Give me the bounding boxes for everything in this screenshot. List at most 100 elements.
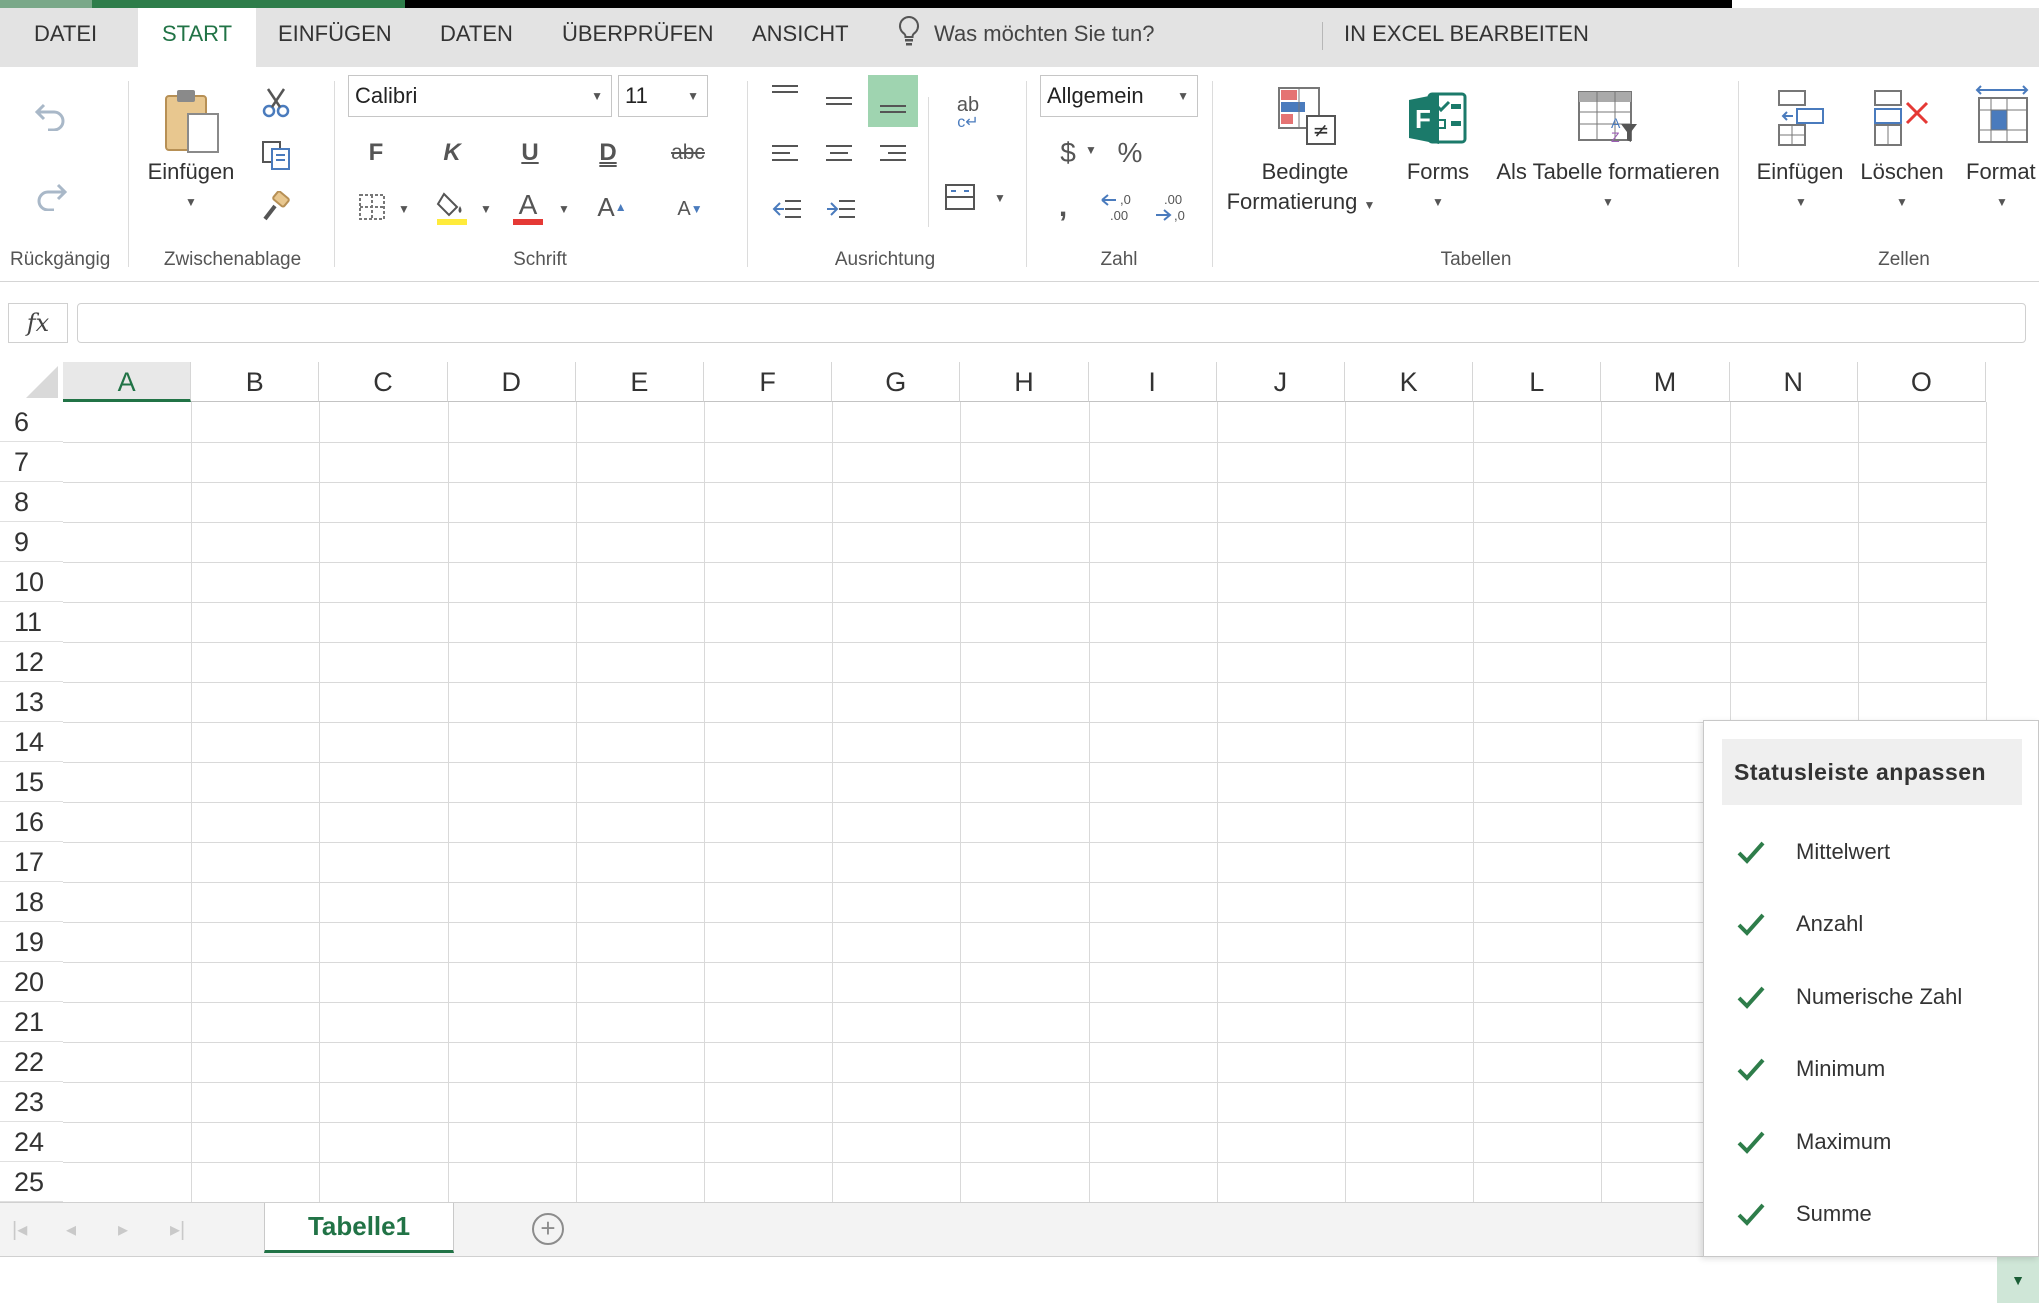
row-header-23[interactable]: 23 [0, 1082, 63, 1122]
format-as-table-icon[interactable]: AZ [1574, 87, 1640, 149]
fill-color-dropdown-icon[interactable]: ▼ [480, 202, 492, 216]
select-all-corner[interactable] [0, 362, 63, 402]
conditional-formatting-label-line1[interactable]: Bedingte [1230, 159, 1380, 185]
merge-center-icon[interactable] [944, 177, 976, 217]
tab-ueberpruefen[interactable]: ÜBERPRÜFEN [538, 8, 738, 67]
row-header-9[interactable]: 9 [0, 522, 63, 562]
redo-icon[interactable] [30, 175, 72, 217]
increase-decimal-icon[interactable]: ,0.00 [1096, 187, 1136, 227]
double-underline-button[interactable]: D [588, 133, 628, 173]
column-header-d[interactable]: D [447, 362, 576, 402]
previous-sheet-icon[interactable]: ◂ [66, 1217, 76, 1242]
row-header-12[interactable]: 12 [0, 642, 63, 682]
align-middle-icon[interactable] [816, 81, 862, 121]
popup-item[interactable]: Maximum [1704, 1112, 2038, 1172]
format-cells-icon[interactable] [1970, 83, 2034, 149]
popup-item[interactable]: Anzahl [1704, 894, 2038, 954]
shrink-font-button[interactable]: A ▼ [670, 187, 710, 231]
grow-font-button[interactable]: A ▲ [592, 185, 632, 229]
row-header-6[interactable]: 6 [0, 402, 63, 442]
font-color-dropdown-icon[interactable]: ▼ [558, 202, 570, 216]
row-header-20[interactable]: 20 [0, 962, 63, 1002]
sheet-tab-active[interactable]: Tabelle1 [264, 1203, 454, 1253]
decrease-indent-icon[interactable] [764, 189, 810, 229]
tab-start[interactable]: START [138, 8, 257, 67]
tab-einfuegen[interactable]: EINFÜGEN [254, 8, 416, 67]
underline-button[interactable]: U [510, 133, 550, 173]
column-header-o[interactable]: O [1857, 362, 1986, 402]
row-header-17[interactable]: 17 [0, 842, 63, 882]
column-header-i[interactable]: I [1088, 362, 1217, 402]
align-bottom-icon[interactable] [868, 75, 918, 127]
column-header-e[interactable]: E [575, 362, 704, 402]
format-painter-icon[interactable] [258, 189, 294, 225]
row-header-14[interactable]: 14 [0, 722, 63, 762]
copy-icon[interactable] [258, 137, 294, 173]
row-header-11[interactable]: 11 [0, 602, 63, 642]
tab-edit-in-excel[interactable]: IN EXCEL BEARBEITEN [1320, 8, 1613, 67]
popup-item[interactable]: Summe [1704, 1184, 2038, 1244]
row-header-22[interactable]: 22 [0, 1042, 63, 1082]
format-as-table-dropdown-icon[interactable]: ▼ [1598, 195, 1618, 209]
paste-dropdown-icon[interactable]: ▼ [181, 195, 201, 209]
tab-daten[interactable]: DATEN [416, 8, 537, 67]
delete-cells-label[interactable]: Löschen [1856, 159, 1948, 185]
row-header-24[interactable]: 24 [0, 1122, 63, 1162]
font-name-select[interactable]: Calibri ▼ [348, 75, 612, 117]
number-format-select[interactable]: Allgemein ▼ [1040, 75, 1198, 117]
function-icon[interactable]: fx [8, 303, 68, 343]
forms-label[interactable]: Forms [1400, 159, 1476, 185]
column-header-a[interactable]: A [63, 362, 192, 402]
row-header-7[interactable]: 7 [0, 442, 63, 482]
comma-style-button[interactable]: , [1048, 187, 1078, 227]
conditional-formatting-label-line2[interactable]: Formatierung ▼ [1226, 189, 1376, 215]
insert-cells-icon[interactable] [1766, 87, 1832, 149]
cut-icon[interactable] [258, 85, 294, 121]
fill-color-icon[interactable] [432, 185, 472, 229]
font-size-select[interactable]: 11 ▼ [618, 75, 708, 117]
add-sheet-icon[interactable]: + [532, 1213, 564, 1245]
strikethrough-button[interactable]: abc [666, 133, 710, 173]
merge-dropdown-icon[interactable]: ▼ [994, 191, 1006, 205]
delete-cells-dropdown-icon[interactable]: ▼ [1892, 195, 1912, 209]
increase-indent-icon[interactable] [818, 189, 864, 229]
borders-icon[interactable] [354, 187, 390, 227]
conditional-formatting-icon[interactable]: ≠ [1276, 85, 1338, 149]
column-header-l[interactable]: L [1473, 362, 1602, 402]
column-header-n[interactable]: N [1729, 362, 1858, 402]
row-header-10[interactable]: 10 [0, 562, 63, 602]
row-header-21[interactable]: 21 [0, 1002, 63, 1042]
row-header-16[interactable]: 16 [0, 802, 63, 842]
formula-input[interactable] [77, 303, 2026, 343]
forms-dropdown-icon[interactable]: ▼ [1428, 195, 1448, 209]
decrease-decimal-icon[interactable]: .00,0 [1150, 187, 1190, 227]
borders-dropdown-icon[interactable]: ▼ [398, 202, 410, 216]
popup-item[interactable]: Mittelwert [1704, 822, 2038, 882]
next-sheet-icon[interactable]: ▸ [118, 1217, 128, 1242]
tab-ansicht[interactable]: ANSICHT [728, 8, 873, 67]
align-right-icon[interactable] [870, 135, 916, 175]
row-header-18[interactable]: 18 [0, 882, 63, 922]
delete-cells-icon[interactable] [1868, 87, 1934, 149]
format-as-table-label[interactable]: Als Tabelle formatieren [1494, 159, 1722, 185]
row-header-13[interactable]: 13 [0, 682, 63, 722]
column-header-b[interactable]: B [191, 362, 320, 402]
row-header-19[interactable]: 19 [0, 922, 63, 962]
align-top-icon[interactable] [762, 75, 808, 115]
align-center-icon[interactable] [816, 135, 862, 175]
insert-cells-label[interactable]: Einfügen [1752, 159, 1848, 185]
row-header-15[interactable]: 15 [0, 762, 63, 802]
column-header-k[interactable]: K [1345, 362, 1474, 402]
wrap-text-button[interactable]: ab c↵ [946, 89, 990, 139]
column-header-c[interactable]: C [319, 362, 448, 402]
currency-dropdown-icon[interactable]: ▼ [1085, 143, 1097, 157]
status-bar-menu-icon[interactable]: ▼ [1997, 1257, 2039, 1303]
paste-icon[interactable] [158, 85, 224, 157]
bold-button[interactable]: F [356, 133, 396, 173]
paste-button-label[interactable]: Einfügen [146, 159, 236, 185]
format-cells-label[interactable]: Format [1960, 159, 2039, 185]
align-left-icon[interactable] [762, 135, 808, 175]
column-header-h[interactable]: H [960, 362, 1089, 402]
popup-item[interactable]: Minimum [1704, 1039, 2038, 1099]
tab-datei[interactable]: DATEI [10, 8, 121, 67]
